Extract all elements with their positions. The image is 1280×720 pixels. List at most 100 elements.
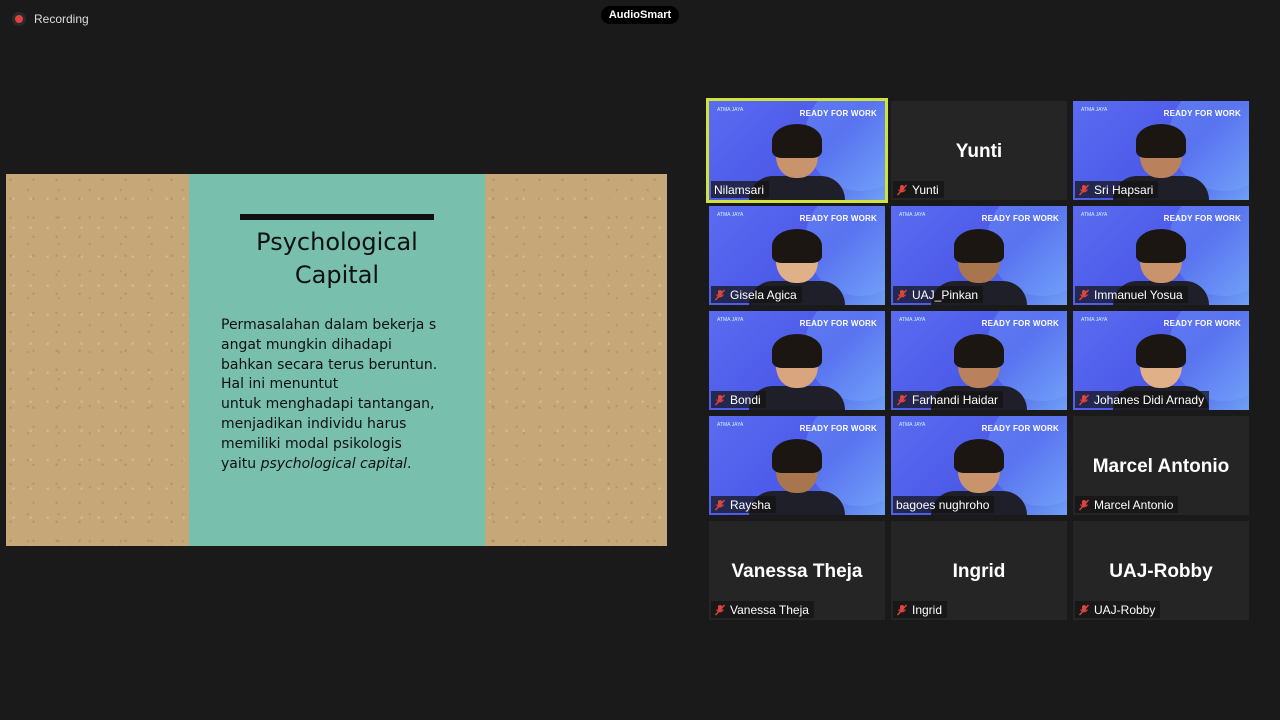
slide-body-line: untuk menghadapi tantangan, [221, 396, 435, 413]
muted-mic-icon [714, 499, 726, 511]
slide-title: Psychological Capital [189, 226, 485, 292]
participant-name-bar: Nilamsari [711, 181, 770, 198]
tile-banner-text: READY FOR WORK [799, 424, 877, 433]
participant-name-bar: UAJ_Pinkan [893, 286, 984, 303]
tile-banner-text: READY FOR WORK [981, 319, 1059, 328]
participant-name: Vanessa Theja [730, 602, 809, 617]
slide-body: Permasalahan dalam bekerja s angat mungk… [221, 316, 471, 474]
muted-mic-icon [896, 604, 908, 616]
recording-indicator[interactable]: Recording [12, 12, 89, 26]
muted-mic-icon [896, 289, 908, 301]
slide-body-text: yaitu [221, 455, 261, 472]
slide-body-line: Hal ini menuntut [221, 376, 339, 393]
slide-body-line: menjadikan individu harus [221, 415, 407, 432]
participant-display-name: UAJ-Robby [1109, 561, 1213, 582]
muted-mic-icon [1078, 289, 1090, 301]
shared-screen: Psychological Capital Permasalahan dalam… [6, 174, 667, 546]
participant-name: Bondi [730, 392, 761, 407]
tile-logo: ATMA JAYA [899, 317, 926, 323]
participant-name-bar: Vanessa Theja [711, 601, 814, 618]
participant-name: Raysha [730, 497, 771, 512]
participant-name: Sri Hapsari [1094, 182, 1154, 197]
tile-logo: ATMA JAYA [1081, 212, 1108, 218]
participant-tile[interactable]: Vanessa Theja Vanessa Theja [709, 521, 885, 620]
participant-tile[interactable]: ATMA JAYA READY FOR WORK bagoes nughroho [891, 416, 1067, 515]
participant-tile[interactable]: UAJ-Robby UAJ-Robby [1073, 521, 1249, 620]
slide-title-line: Capital [294, 261, 380, 289]
participant-tile[interactable]: Marcel Antonio Marcel Antonio [1073, 416, 1249, 515]
slide-body-line: memiliki modal psikologis [221, 435, 402, 452]
tile-logo: ATMA JAYA [1081, 107, 1108, 113]
participant-display-name: Ingrid [952, 561, 1006, 582]
tile-banner-text: READY FOR WORK [981, 214, 1059, 223]
participant-name: Nilamsari [714, 182, 765, 197]
participant-tile[interactable]: ATMA JAYA READY FOR WORK Nilamsari [706, 98, 888, 203]
participant-name-bar: UAJ-Robby [1075, 601, 1161, 618]
muted-mic-icon [896, 184, 908, 196]
participant-name-bar: Raysha [711, 496, 776, 513]
tile-banner-text: READY FOR WORK [1163, 319, 1241, 328]
record-dot-icon [12, 12, 26, 26]
tile-banner-text: READY FOR WORK [799, 109, 877, 118]
participant-tile[interactable]: ATMA JAYA READY FOR WORK Gisela Agica [709, 206, 885, 305]
muted-mic-icon [714, 289, 726, 301]
participant-name-bar: Bondi [711, 391, 766, 408]
muted-mic-icon [1078, 394, 1090, 406]
participant-name: Yunti [912, 182, 939, 197]
participant-name: UAJ_Pinkan [912, 287, 979, 302]
slide-body-line: Permasalahan dalam bekerja s [221, 317, 437, 333]
tile-banner-text: READY FOR WORK [1163, 109, 1241, 118]
participant-tile[interactable]: ATMA JAYA READY FOR WORK UAJ_Pinkan [891, 206, 1067, 305]
slide-panel: Psychological Capital Permasalahan dalam… [189, 174, 485, 546]
tile-logo: ATMA JAYA [717, 107, 744, 113]
participant-tile[interactable]: Ingrid Ingrid [891, 521, 1067, 620]
tile-logo: ATMA JAYA [1081, 317, 1108, 323]
participant-tile[interactable]: ATMA JAYA READY FOR WORK Sri Hapsari [1073, 101, 1249, 200]
tile-banner-text: READY FOR WORK [1163, 214, 1241, 223]
participant-tile[interactable]: ATMA JAYA READY FOR WORK Johanes Didi Arna… [1073, 311, 1249, 410]
muted-mic-icon [714, 604, 726, 616]
slide-body-italic: psychological capital [260, 455, 408, 472]
muted-mic-icon [1078, 604, 1090, 616]
muted-mic-icon [714, 394, 726, 406]
slide-body-line: angat mungkin dihadapi [221, 336, 392, 353]
tile-banner-text: READY FOR WORK [799, 319, 877, 328]
tile-banner-text: READY FOR WORK [799, 214, 877, 223]
participant-tile[interactable]: ATMA JAYA READY FOR WORK Bondi [709, 311, 885, 410]
slide-body-text: . [407, 455, 412, 472]
participant-name-bar: Gisela Agica [711, 286, 802, 303]
tile-logo: ATMA JAYA [717, 212, 744, 218]
slide-body-line: yaitu psychological capital. [221, 455, 471, 475]
participant-name-bar: bagoes nughroho [893, 496, 995, 513]
participant-name-bar: Farhandi Haidar [893, 391, 1004, 408]
participant-name: Gisela Agica [730, 287, 797, 302]
slide-title-bar [240, 214, 434, 220]
participant-tile[interactable]: ATMA JAYA READY FOR WORK Immanuel Yosua [1073, 206, 1249, 305]
participant-display-name: Yunti [955, 141, 1003, 162]
audiosmart-badge[interactable]: AudioSmart [601, 6, 679, 24]
participant-tile[interactable]: ATMA JAYA READY FOR WORK Raysha [709, 416, 885, 515]
muted-mic-icon [1078, 499, 1090, 511]
participant-name: Farhandi Haidar [912, 392, 999, 407]
participant-name-bar: Marcel Antonio [1075, 496, 1179, 513]
tile-logo: ATMA JAYA [899, 212, 926, 218]
participant-tile[interactable]: ATMA JAYA READY FOR WORK Farhandi Haidar [891, 311, 1067, 410]
participant-name-bar: Yunti [893, 181, 944, 198]
participant-name: UAJ-Robby [1094, 602, 1156, 617]
slide-title-line: Psychological [256, 228, 418, 256]
muted-mic-icon [1078, 184, 1090, 196]
participant-display-name: Vanessa Theja [731, 561, 863, 582]
participant-tile[interactable]: Yunti Yunti [891, 101, 1067, 200]
tile-banner-text: READY FOR WORK [981, 424, 1059, 433]
participant-display-name: Marcel Antonio [1092, 456, 1230, 477]
slide-body-line: bahkan secara terus beruntun. [221, 356, 438, 373]
participant-name: bagoes nughroho [896, 497, 990, 512]
muted-mic-icon [896, 394, 908, 406]
participant-name: Johanes Didi Arnady [1094, 392, 1205, 407]
participant-name-bar: Immanuel Yosua [1075, 286, 1188, 303]
participant-name-bar: Johanes Didi Arnady [1075, 391, 1210, 408]
participant-name: Marcel Antonio [1094, 497, 1174, 512]
participant-name: Ingrid [912, 602, 943, 617]
participant-name: Immanuel Yosua [1094, 287, 1183, 302]
participant-name-bar: Ingrid [893, 601, 948, 618]
